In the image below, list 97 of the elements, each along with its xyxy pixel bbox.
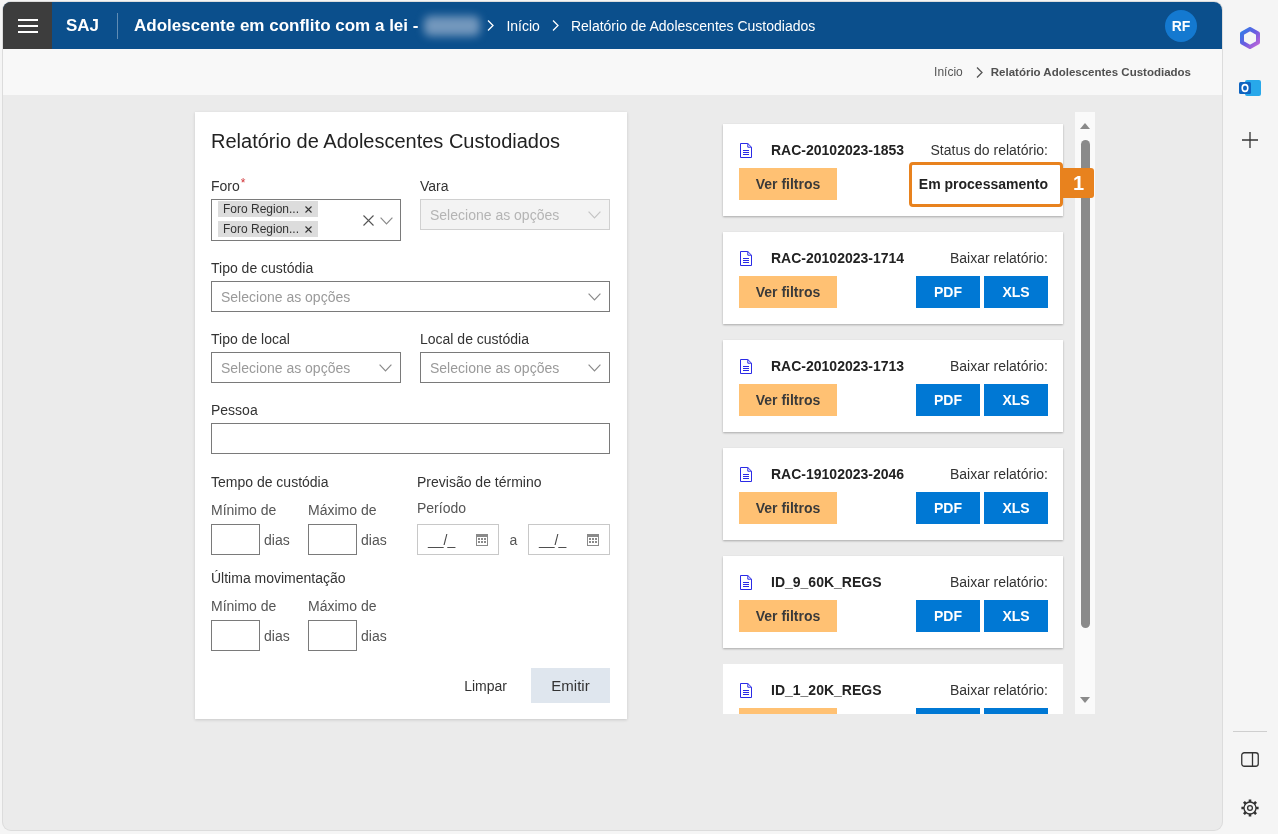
submit-button[interactable]: Emitir xyxy=(531,668,610,703)
chevron-down-icon[interactable] xyxy=(379,363,392,372)
scroll-up-icon[interactable] xyxy=(1080,123,1090,129)
filters-button[interactable]: Ver filtros xyxy=(739,384,837,416)
download-button[interactable]: XLS xyxy=(984,600,1048,632)
chevron-down-icon[interactable] xyxy=(588,363,601,372)
input-field[interactable] xyxy=(211,423,610,454)
user-avatar[interactable]: RF xyxy=(1165,9,1197,42)
field-label: Tipo de local xyxy=(211,330,290,348)
chevron-right-icon xyxy=(487,20,495,31)
app-name: SAJ xyxy=(66,15,100,36)
chevron-down-icon xyxy=(588,210,601,219)
download-button[interactable]: PDF xyxy=(916,492,980,524)
document-icon xyxy=(740,466,752,482)
select-field: Selecione as opções xyxy=(420,199,610,230)
document-icon xyxy=(740,250,752,266)
document-icon xyxy=(740,682,752,698)
section-label: Tempo de custódia xyxy=(211,473,330,491)
number-field[interactable] xyxy=(211,524,260,555)
filters-button[interactable]: Ver filtros xyxy=(739,600,837,632)
unit-label: dias xyxy=(264,627,290,644)
field-label: Mínimo de xyxy=(211,597,278,615)
date-field[interactable]: __/_ xyxy=(417,524,499,555)
status-label: Status do relatório: xyxy=(930,142,1048,158)
field-label: Vara xyxy=(420,177,449,195)
calendar-icon[interactable] xyxy=(476,533,488,546)
remove-icon[interactable] xyxy=(305,205,313,213)
chevron-down-icon[interactable] xyxy=(588,292,601,301)
selected-chip[interactable]: Foro Region... xyxy=(218,221,319,237)
download-button[interactable]: XLS xyxy=(984,492,1048,524)
number-field[interactable] xyxy=(211,620,260,651)
date-field[interactable]: __/_ xyxy=(528,524,610,555)
menu-icon xyxy=(17,18,38,33)
field-label: Tipo de custódia xyxy=(211,259,314,277)
document-icon xyxy=(740,142,752,158)
required-mark: * xyxy=(240,177,246,189)
section-label: Última movimentação xyxy=(211,569,347,587)
scroll-down-icon[interactable] xyxy=(1080,697,1090,703)
filters-button[interactable]: Ver filtros xyxy=(739,492,837,524)
blurred-region xyxy=(424,15,481,36)
mail-app-icon[interactable] xyxy=(1239,78,1261,98)
download-label: Baixar relatório: xyxy=(949,250,1048,266)
breadcrumb-current: Relatório Adolescentes Custodiados xyxy=(990,66,1191,78)
plus-icon[interactable] xyxy=(1242,132,1258,148)
breadcrumb-link[interactable]: Início xyxy=(934,65,963,79)
field-label: Máximo de xyxy=(308,501,378,519)
hexagon-app-icon[interactable] xyxy=(1240,27,1260,49)
breadcrumb-link[interactable]: Início xyxy=(506,17,540,34)
status-text: Em processamento xyxy=(918,176,1048,192)
field-label: Mínimo de xyxy=(211,501,278,519)
download-label: Baixar relatório: xyxy=(949,358,1048,374)
field-label: Pessoa xyxy=(211,401,258,419)
download-button[interactable]: XLS xyxy=(984,384,1048,416)
number-field[interactable] xyxy=(308,620,357,651)
report-name: RAC-20102023-1853 xyxy=(771,142,905,158)
settings-icon[interactable] xyxy=(1240,798,1260,818)
callout-badge: 1 xyxy=(1063,168,1094,198)
page-title: Adolescente em conflito com a lei - xyxy=(134,15,419,36)
download-button[interactable]: XLS xyxy=(984,276,1048,308)
filters-button[interactable]: Ver filtros xyxy=(739,276,837,308)
field-label: Local de custódia xyxy=(420,330,529,348)
menu-button[interactable] xyxy=(3,2,52,49)
document-icon xyxy=(740,574,752,590)
number-field[interactable] xyxy=(308,524,357,555)
download-label: Baixar relatório: xyxy=(949,466,1048,482)
report-name: ID_9_60K_REGS xyxy=(771,574,882,590)
download-button[interactable]: PDF xyxy=(916,600,980,632)
clear-button[interactable]: Limpar xyxy=(452,668,519,703)
download-label: Baixar relatório: xyxy=(949,682,1048,698)
range-separator: a xyxy=(508,531,519,548)
selected-chip[interactable]: Foro Region... xyxy=(218,201,319,217)
unit-label: dias xyxy=(361,531,387,548)
report-name: RAC-20102023-1714 xyxy=(771,250,905,266)
form-title: Relatório de Adolescentes Custodiados xyxy=(211,129,562,154)
calendar-icon[interactable] xyxy=(587,533,599,546)
report-name: RAC-19102023-2046 xyxy=(771,466,905,482)
unit-label: dias xyxy=(264,531,290,548)
chevron-down-icon[interactable] xyxy=(380,216,393,225)
chevron-right-icon xyxy=(551,20,559,31)
filters-button[interactable]: Ver filtros xyxy=(739,168,837,200)
unit-label: dias xyxy=(361,627,387,644)
download-button[interactable]: PDF xyxy=(916,276,980,308)
field-label: Período xyxy=(417,499,468,517)
report-name: RAC-20102023-1713 xyxy=(771,358,905,374)
report-name: ID_1_20K_REGS xyxy=(771,682,882,698)
remove-icon[interactable] xyxy=(305,225,313,233)
chevron-right-icon xyxy=(975,66,983,78)
field-label: Foro xyxy=(211,177,240,195)
multiselect-field[interactable]: Foro Region... Foro Region... xyxy=(211,199,401,241)
breadcrumb-current: Relatório de Adolescentes Custodiados xyxy=(570,17,816,34)
field-label: Máximo de xyxy=(308,597,378,615)
sidebar-panel-icon[interactable] xyxy=(1241,752,1259,767)
clear-icon[interactable] xyxy=(363,215,374,226)
download-button[interactable]: PDF xyxy=(916,384,980,416)
download-label: Baixar relatório: xyxy=(949,574,1048,590)
section-label: Previsão de término xyxy=(417,473,543,491)
document-icon xyxy=(740,358,752,374)
